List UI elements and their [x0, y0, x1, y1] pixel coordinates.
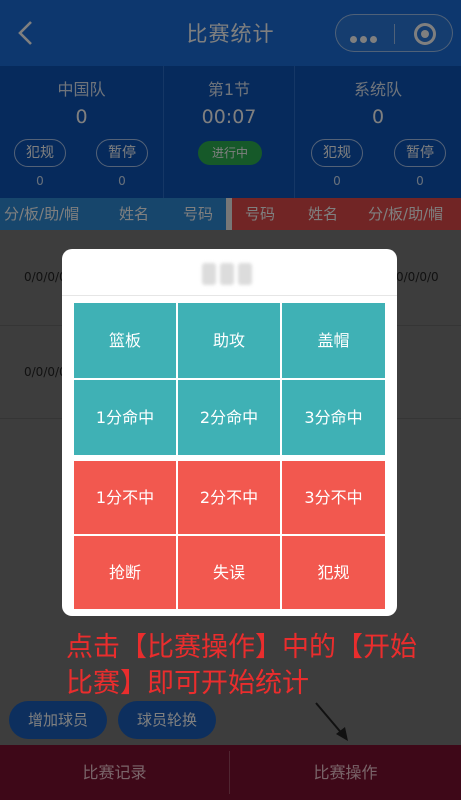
action-1pt-made-button[interactable]: 1分命中	[74, 380, 176, 455]
action-block-button[interactable]: 盖帽	[282, 303, 385, 378]
action-3pt-miss-button[interactable]: 3分不中	[282, 461, 385, 534]
annotation-line: 比赛】即可开始统计	[66, 668, 309, 699]
action-assist-button[interactable]: 助攻	[178, 303, 280, 378]
action-modal: 篮板 助攻 盖帽 1分命中 2分命中 3分命中 1分不中 2分不中 3分不中 抢…	[62, 249, 397, 616]
action-rebound-button[interactable]: 篮板	[74, 303, 176, 378]
action-foul-button[interactable]: 犯规	[282, 536, 385, 609]
arrow-icon	[315, 702, 348, 741]
action-2pt-miss-button[interactable]: 2分不中	[178, 461, 280, 534]
player-avatar	[198, 257, 260, 291]
action-1pt-miss-button[interactable]: 1分不中	[74, 461, 176, 534]
negative-action-grid: 1分不中 2分不中 3分不中 抢断 失误 犯规	[74, 461, 385, 609]
annotation-line: 点击【比赛操作】中的【开始	[66, 632, 417, 663]
action-steal-button[interactable]: 抢断	[74, 536, 176, 609]
instruction-annotation: 点击【比赛操作】中的【开始 比赛】即可开始统计	[66, 630, 456, 702]
action-3pt-made-button[interactable]: 3分命中	[282, 380, 385, 455]
action-2pt-made-button[interactable]: 2分命中	[178, 380, 280, 455]
action-turnover-button[interactable]: 失误	[178, 536, 280, 609]
modal-divider	[62, 295, 397, 296]
positive-action-grid: 篮板 助攻 盖帽 1分命中 2分命中 3分命中	[74, 303, 385, 455]
